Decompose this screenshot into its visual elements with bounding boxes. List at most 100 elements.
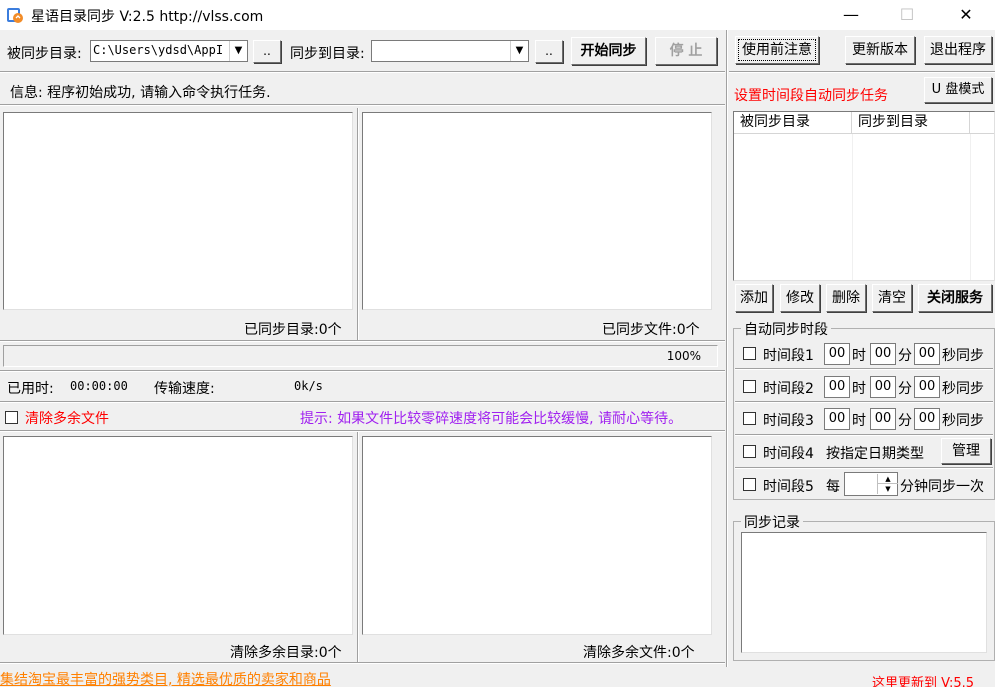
minimize-button[interactable]: — bbox=[828, 0, 874, 30]
hour-unit-label: 时 bbox=[852, 413, 866, 429]
column-gridline bbox=[852, 134, 853, 280]
elapsed-label: 已用时: bbox=[7, 381, 54, 397]
add-button[interactable]: 添加 bbox=[735, 284, 773, 312]
source-browse-button[interactable]: .. bbox=[253, 40, 281, 63]
target-dir-combo[interactable]: ▼ bbox=[371, 40, 529, 62]
delete-button[interactable]: 删除 bbox=[826, 284, 866, 312]
elapsed-value: 00:00:00 bbox=[70, 379, 128, 393]
footer-promo-link[interactable]: 集结淘宝最丰富的强势类目, 精选最优质的卖家和商品 bbox=[0, 669, 331, 687]
exit-button[interactable]: 退出程序 bbox=[924, 36, 992, 64]
divider bbox=[735, 368, 993, 370]
divider bbox=[0, 430, 725, 432]
period2-second-input[interactable]: 00 bbox=[914, 376, 940, 398]
usb-mode-button[interactable]: U 盘模式 bbox=[924, 77, 992, 103]
period1-second-input[interactable]: 00 bbox=[914, 343, 940, 365]
speed-value: 0k/s bbox=[294, 379, 323, 393]
maximize-button: ☐ bbox=[899, 5, 915, 24]
divider bbox=[729, 71, 995, 73]
chevron-down-icon[interactable]: ▼ bbox=[510, 41, 528, 61]
spinner-buttons[interactable]: ▲ ▼ bbox=[877, 474, 898, 494]
period3-hour-input[interactable]: 00 bbox=[824, 408, 850, 430]
divider bbox=[735, 401, 993, 403]
divider bbox=[735, 434, 993, 436]
extra-dirs-count: 清除多余目录:0个 bbox=[230, 645, 342, 661]
clear-button[interactable]: 清空 bbox=[872, 284, 912, 312]
period3-label[interactable]: 时间段3 bbox=[763, 410, 814, 430]
period5-suffix: 分钟同步一次 bbox=[900, 479, 984, 495]
progress-bar: 100% bbox=[3, 345, 718, 367]
close-button[interactable]: ✕ bbox=[943, 0, 989, 30]
divider bbox=[726, 30, 728, 667]
clean-extra-checkbox[interactable] bbox=[5, 411, 18, 424]
source-dir-label: 被同步目录: bbox=[7, 46, 82, 62]
sync-log-title: 同步记录 bbox=[741, 512, 803, 532]
window-title: 星语目录同步 V:2.5 http://vlss.com bbox=[31, 9, 264, 25]
minute-unit-label: 分 bbox=[898, 381, 912, 397]
divider bbox=[357, 432, 359, 662]
period5-label[interactable]: 时间段5 bbox=[763, 476, 814, 496]
period1-suffix: 秒同步 bbox=[942, 348, 984, 364]
chevron-down-icon[interactable]: ▼ bbox=[229, 41, 247, 61]
period2-hour-input[interactable]: 00 bbox=[824, 376, 850, 398]
period3-minute-input[interactable]: 00 bbox=[870, 408, 896, 430]
period4-checkbox[interactable] bbox=[743, 445, 756, 458]
divider bbox=[0, 340, 725, 342]
divider bbox=[0, 71, 725, 73]
progress-percent: 100% bbox=[666, 349, 701, 363]
period5-checkbox[interactable] bbox=[743, 478, 756, 491]
period2-suffix: 秒同步 bbox=[942, 381, 984, 397]
spinner-down-icon[interactable]: ▼ bbox=[878, 484, 898, 494]
period4-text: 按指定日期类型 bbox=[826, 446, 924, 462]
schedule-title: 设置时间段自动同步任务 bbox=[734, 88, 888, 104]
footer-version-link[interactable]: 这里更新到 V:5.5 bbox=[872, 672, 974, 687]
spinner-up-icon[interactable]: ▲ bbox=[878, 474, 898, 484]
period1-label[interactable]: 时间段1 bbox=[763, 345, 814, 365]
period1-hour-input[interactable]: 00 bbox=[824, 343, 850, 365]
column-header-source[interactable]: 被同步目录 bbox=[734, 112, 852, 133]
update-button[interactable]: 更新版本 bbox=[845, 36, 915, 64]
period2-checkbox[interactable] bbox=[743, 380, 756, 393]
edit-button[interactable]: 修改 bbox=[780, 284, 820, 312]
period4-label[interactable]: 时间段4 bbox=[763, 443, 814, 463]
schedule-list-header: 被同步目录 同步到目录 bbox=[734, 112, 994, 134]
period3-second-input[interactable]: 00 bbox=[914, 408, 940, 430]
schedule-list[interactable]: 被同步目录 同步到目录 bbox=[733, 111, 995, 281]
period1-minute-input[interactable]: 00 bbox=[870, 343, 896, 365]
synced-files-list[interactable] bbox=[362, 112, 712, 310]
synced-dirs-list[interactable] bbox=[3, 112, 353, 310]
manage-button[interactable]: 管理 bbox=[941, 438, 991, 464]
period3-suffix: 秒同步 bbox=[942, 413, 984, 429]
app-logo-icon bbox=[7, 8, 23, 23]
notice-button[interactable]: 使用前注意 bbox=[735, 36, 819, 64]
extra-files-list[interactable] bbox=[362, 436, 712, 635]
close-service-button[interactable]: 关闭服务 bbox=[918, 284, 992, 312]
target-browse-button[interactable]: .. bbox=[535, 40, 563, 63]
extra-dirs-list[interactable] bbox=[3, 436, 353, 635]
period1-checkbox[interactable] bbox=[743, 347, 756, 360]
hour-unit-label: 时 bbox=[852, 381, 866, 397]
synced-files-count: 已同步文件:0个 bbox=[602, 322, 700, 338]
period2-minute-input[interactable]: 00 bbox=[870, 376, 896, 398]
clean-extra-label[interactable]: 清除多余文件 bbox=[25, 408, 109, 428]
source-dir-combo[interactable]: C:\Users\ydsd\AppI ▼ bbox=[90, 40, 248, 62]
sync-log-textarea[interactable] bbox=[741, 532, 987, 653]
period3-checkbox[interactable] bbox=[743, 412, 756, 425]
period5-minutes-spinner[interactable]: ▲ ▼ bbox=[844, 472, 898, 496]
stop-button: 停 止 bbox=[655, 37, 717, 65]
auto-sync-group-title: 自动同步时段 bbox=[741, 319, 831, 339]
minute-unit-label: 分 bbox=[898, 348, 912, 364]
start-sync-button[interactable]: 开始同步 bbox=[571, 37, 646, 65]
extra-files-count: 清除多余文件:0个 bbox=[583, 645, 695, 661]
period2-label[interactable]: 时间段2 bbox=[763, 378, 814, 398]
column-gridline bbox=[970, 134, 971, 280]
synced-dirs-count: 已同步目录:0个 bbox=[244, 322, 342, 338]
column-header-target[interactable]: 同步到目录 bbox=[852, 112, 970, 133]
speed-label: 传输速度: bbox=[154, 381, 215, 397]
divider bbox=[357, 108, 359, 340]
source-dir-value: C:\Users\ydsd\AppI bbox=[93, 43, 224, 57]
info-message: 信息: 程序初始成功, 请输入命令执行任务. bbox=[10, 85, 271, 101]
divider bbox=[0, 401, 725, 403]
minute-unit-label: 分 bbox=[898, 413, 912, 429]
hour-unit-label: 时 bbox=[852, 348, 866, 364]
divider bbox=[0, 370, 725, 372]
